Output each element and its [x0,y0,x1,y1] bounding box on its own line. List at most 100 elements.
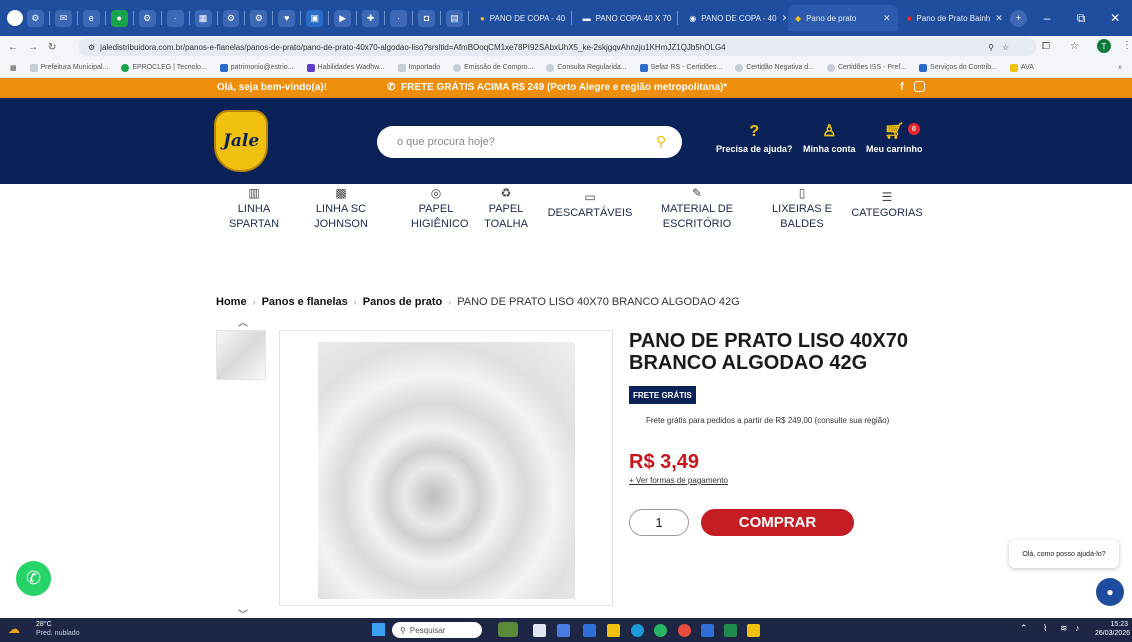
tray-chevron-icon[interactable]: ⌃ [1020,623,1028,634]
pinned-tab-icon[interactable]: ⚙ [26,9,44,27]
settings-tab-icon-3[interactable]: ⚙ [250,9,268,27]
search-icon[interactable]: ⚲ [656,133,666,150]
category-linha-spartan[interactable]: ▥ LINHA SPARTAN [226,186,282,232]
tab-pano-copa-2[interactable]: ▬PANO COPA 40 X 70✕ [576,5,674,31]
square-tab-icon[interactable]: ◘ [418,9,435,27]
sheet-tab-icon[interactable]: ▤ [446,9,463,27]
facebook-icon[interactable]: f [900,81,904,93]
tab-pano-copa-1[interactable]: ●PANO DE COPA - 40✕ [473,5,567,31]
close-icon[interactable]: ✕ [782,13,786,24]
doc-tab-icon[interactable]: ▣ [306,9,324,27]
bookmark-item[interactable]: Consulta Regularida... [546,63,627,72]
close-icon[interactable]: ✕ [995,13,1003,24]
breadcrumb-home[interactable]: Home [216,296,247,308]
whatsapp-icon[interactable]: ✆ [16,561,51,596]
chevron-up-icon[interactable]: ︿ [238,314,248,329]
chrome-icon[interactable] [678,624,691,637]
window-close-icon[interactable]: ✕ [1098,0,1132,36]
menu-icon[interactable]: ⋮ [1122,40,1132,51]
tab-icon-2[interactable]: · [390,9,408,27]
edge-icon[interactable] [583,624,596,637]
url-field[interactable]: ⚙ jaledistribuidora.com.br/panos-e-flane… [78,38,1036,56]
notes-icon[interactable] [747,624,760,637]
pin-tab-icon[interactable]: ✚ [362,9,380,27]
wifi-icon[interactable]: ≋ [1060,623,1068,634]
restore-icon[interactable]: ⧉ [1064,0,1098,36]
category-categorias[interactable]: ☰ CATEGORIAS [848,190,926,221]
category-papel-toalha[interactable]: ♻ PAPEL TOALHA [481,186,531,232]
settings-tab-icon[interactable]: ⚙ [138,9,156,27]
word-icon[interactable] [701,624,714,637]
grid-tab-icon[interactable]: ▦ [194,9,212,27]
heart-tab-icon[interactable]: ♥ [278,9,296,27]
help-link[interactable]: ? Precisa de ajuda? [716,123,793,154]
more-bookmarks-icon[interactable]: » [1118,64,1122,71]
quantity-input[interactable]: 1 [629,509,689,536]
star-icon[interactable]: ☆ [1002,43,1009,52]
category-lixeiras-baldes[interactable]: ▯ LIXEIRAS E BALDES [767,186,837,232]
profile-icon[interactable] [7,10,23,26]
volume-icon[interactable]: ♪ [1075,623,1080,633]
product-thumbnail[interactable] [216,330,266,380]
taskview-icon[interactable] [533,624,546,637]
close-icon[interactable]: ✕ [883,13,891,24]
new-tab-icon[interactable]: + [1010,9,1028,27]
settings-tab-icon-2[interactable]: ⚙ [222,9,240,27]
minimize-icon[interactable]: – [1030,0,1064,36]
forward-icon[interactable]: → [28,42,38,53]
tab-pano-prato-bainha[interactable]: ■ Pano de Prato Bainh ✕ [900,5,1008,31]
skype-icon[interactable] [654,624,667,637]
account-link[interactable]: ♙ Minha conta [803,123,856,154]
breadcrumb-panos-prato[interactable]: Panos de prato [363,296,442,308]
network-icon[interactable]: ⌇ [1043,623,1047,634]
bookmark-item[interactable]: Certidões ISS - Pref... [826,63,906,72]
bookmark-item[interactable]: Sefaz RS - Certidões... [639,63,722,72]
bookmark-item[interactable]: Certidão Negativa d... [735,63,814,72]
bookmark-folder[interactable]: Importado [397,63,440,72]
bookmark-item[interactable]: Habilidades Wadhw... [306,63,385,72]
chat-icon[interactable]: ● [1096,578,1124,606]
tab-pano-copa-3[interactable]: ◉ PANO DE COPA - 40 ✕ [682,5,786,31]
bookmark-item[interactable]: EPROCLEG | Tecnolo... [121,63,207,72]
clock-date[interactable]: 26/03/2026 [1094,630,1130,637]
payment-options-link[interactable]: + Ver formas de pagamento [629,476,728,485]
category-linha-sc-johnson[interactable]: ▩ LINHA SC JOHNSON [311,186,371,232]
file-explorer-icon[interactable] [607,624,620,637]
bookmark-item[interactable]: Serviços do Contrib... [919,63,997,72]
excel-icon[interactable] [724,624,737,637]
site-info-icon[interactable]: ⚙ [88,43,95,52]
blank-tab-icon[interactable]: · [166,9,184,27]
tab-pano-de-prato[interactable]: ◆ Pano de prato ✕ [787,5,898,31]
windows-start-icon[interactable] [372,623,385,636]
widgets-icon[interactable] [498,622,518,637]
bookmark-item[interactable]: Prefeitura Municipal... [29,63,108,72]
extensions-icon[interactable]: ⧠ [1042,41,1050,52]
app-tab-icon[interactable]: ● [110,9,128,27]
profile-avatar[interactable]: T [1097,39,1111,53]
favorites-icon[interactable]: ☆ [1070,41,1079,52]
taskbar-search[interactable]: ⚲ Pesquisar [392,622,482,638]
browser-icon[interactable] [631,624,644,637]
browser-tab-icon[interactable]: e [82,9,100,27]
reload-icon[interactable]: ↻ [48,42,56,53]
breadcrumb-panos-flanelas[interactable]: Panos e flanelas [262,296,348,308]
category-descartaveis[interactable]: ▭ DESCARTÁVEIS [545,190,635,221]
bookmark-item[interactable]: AVA [1009,63,1034,72]
zoom-icon[interactable]: ⚲ [988,43,994,52]
site-logo[interactable]: Jale [214,110,268,172]
clock-time[interactable]: 15:23 [1096,621,1128,628]
instagram-icon[interactable] [914,81,925,92]
bookmark-item[interactable]: patrimonio@estrio... [219,63,294,72]
search-input[interactable]: o que procura hoje? ⚲ [377,126,682,158]
play-tab-icon[interactable]: ▶ [334,9,352,27]
back-icon[interactable]: ← [8,42,18,53]
mail-tab-icon[interactable]: ✉ [54,9,72,27]
buy-button[interactable]: COMPRAR [701,509,854,536]
weather-icon[interactable]: ☁ [8,622,20,636]
apps-icon[interactable]: ▦ [10,64,17,72]
category-papel-higienico[interactable]: ◎ PAPEL HIGIÊNICO [411,186,468,232]
app-icon[interactable] [557,624,570,637]
category-material-escritorio[interactable]: ✎ MATERIAL DE ESCRITÓRIO [654,186,740,232]
bookmark-item[interactable]: Emissão de Compro... [453,63,533,72]
chat-greeting[interactable]: Olá, como posso ajudá-lo? [1009,540,1119,568]
